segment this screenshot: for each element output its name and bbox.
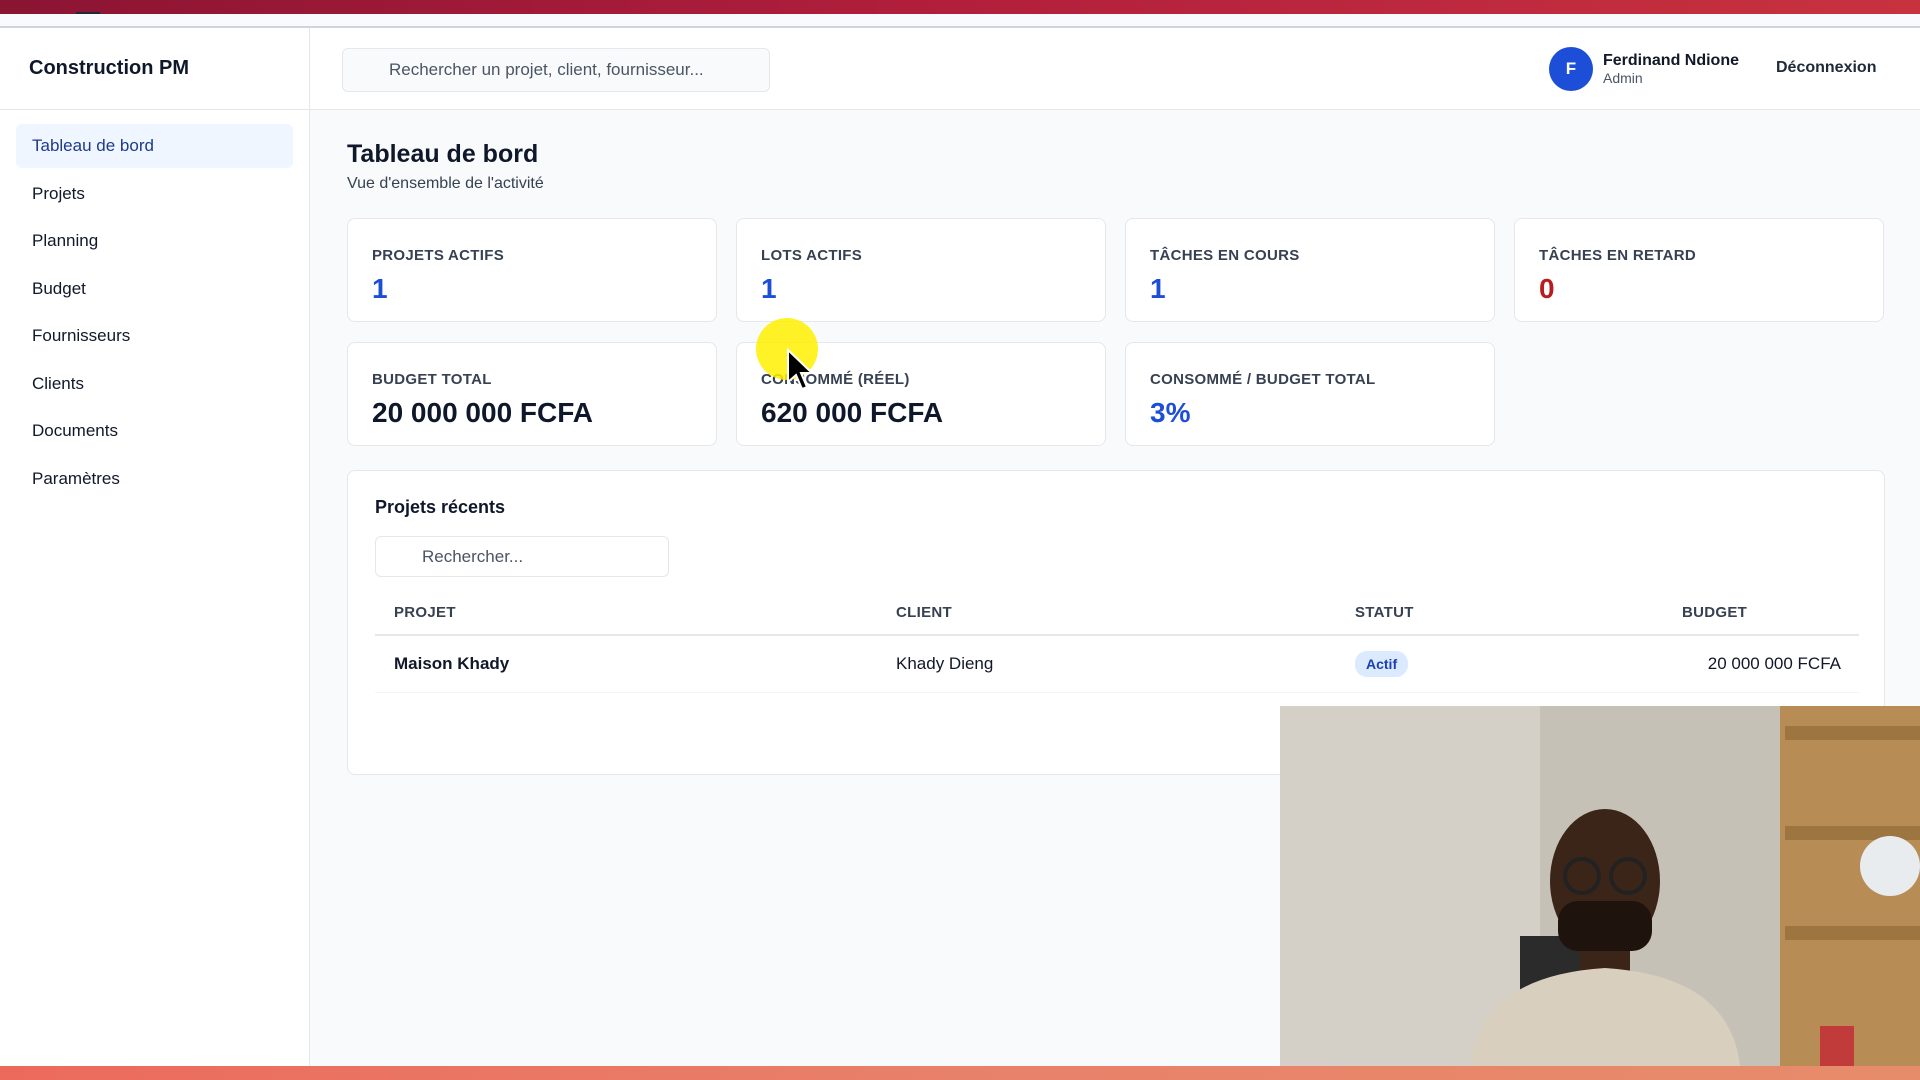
stat-label: PROJETS ACTIFS	[372, 247, 504, 264]
global-search-input[interactable]	[389, 60, 769, 80]
cell-budget: 20 000 000 FCFA	[1707, 654, 1841, 673]
column-header-client[interactable]: CLIENT	[896, 604, 1355, 621]
sidebar-item-documents[interactable]: Documents	[16, 409, 293, 453]
user-info: Ferdinand Ndione Admin	[1603, 51, 1739, 87]
stat-card-taches-en-retard: TÂCHES EN RETARD 0	[1514, 218, 1884, 322]
user-role: Admin	[1603, 70, 1643, 87]
sidebar-item-tableau-de-bord[interactable]: Tableau de bord	[16, 124, 293, 168]
stat-label: TÂCHES EN COURS	[1150, 247, 1300, 264]
table-search-input[interactable]	[422, 546, 668, 567]
sidebar-item-budget[interactable]: Budget	[16, 267, 293, 311]
status-badge: Actif	[1355, 651, 1409, 677]
webcam-overlay	[1280, 706, 1920, 1066]
stat-label: LOTS ACTIFS	[761, 247, 863, 264]
sidebar-item-projets[interactable]: Projets	[16, 172, 293, 216]
stats-row-2: BUDGET TOTAL 20 000 000 FCFA CONSOMMÉ (R…	[347, 342, 1514, 446]
stat-value: 620 000 FCFA	[761, 397, 944, 428]
stat-label: TÂCHES EN RETARD	[1539, 247, 1697, 264]
column-header-statut[interactable]: STATUT	[1355, 604, 1676, 621]
global-search[interactable]: ⚲	[342, 48, 770, 92]
table-header: PROJET CLIENT STATUT BUDGET	[375, 591, 1859, 636]
main-content: Tableau de bord Vue d'ensemble de l'acti…	[347, 140, 1885, 775]
stat-value: 1	[1150, 273, 1166, 304]
column-header-budget[interactable]: BUDGET	[1676, 604, 1859, 621]
user-menu[interactable]: F Ferdinand Ndione Admin	[1549, 47, 1739, 91]
stat-value: 20 000 000 FCFA	[372, 397, 594, 428]
stat-card-projets-actifs: PROJETS ACTIFS 1	[347, 218, 717, 322]
page-title: Tableau de bord	[347, 140, 539, 168]
sidebar-nav: Tableau de bord Projets Planning Budget …	[0, 110, 309, 501]
stat-value: 1	[372, 273, 388, 304]
sidebar: Construction PM Tableau de bord Projets …	[0, 28, 310, 1066]
logout-button[interactable]: Déconnexion	[1776, 59, 1876, 77]
cell-projet[interactable]: Maison Khady	[375, 654, 896, 674]
cell-client: Khady Dieng	[896, 654, 994, 673]
projects-table: PROJET CLIENT STATUT BUDGET Maison Khady…	[375, 591, 1859, 693]
table-row[interactable]: Maison Khady Khady Dieng Actif 20 000 00…	[375, 636, 1859, 693]
top-header: ⚲ F Ferdinand Ndione Admin Déconnexion	[310, 28, 1920, 110]
sidebar-item-planning[interactable]: Planning	[16, 219, 293, 263]
page-subtitle: Vue d'ensemble de l'activité	[347, 175, 544, 192]
recent-projects-title: Projets récents	[375, 497, 506, 517]
tab-indicator	[76, 12, 100, 14]
sidebar-item-clients[interactable]: Clients	[16, 362, 293, 406]
mouse-pointer-icon	[787, 348, 815, 391]
stat-card-consomme-budget: CONSOMMÉ / BUDGET TOTAL 3%	[1125, 342, 1495, 446]
stat-value: 0	[1539, 273, 1555, 304]
stat-card-taches-en-cours: TÂCHES EN COURS 1	[1125, 218, 1495, 322]
sidebar-item-fournisseurs[interactable]: Fournisseurs	[16, 314, 293, 358]
webcam-video-frame	[1280, 706, 1920, 1066]
stat-card-budget-total: BUDGET TOTAL 20 000 000 FCFA	[347, 342, 717, 446]
sidebar-item-parametres[interactable]: Paramètres	[16, 457, 293, 501]
app-title: Construction PM	[0, 28, 309, 110]
table-search[interactable]: ⚲	[375, 536, 669, 577]
browser-top-bar	[0, 0, 1920, 14]
stat-label: CONSOMMÉ / BUDGET TOTAL	[1150, 371, 1376, 388]
avatar[interactable]: F	[1549, 47, 1593, 91]
stat-value: 3%	[1150, 397, 1191, 428]
stat-card-lots-actifs: LOTS ACTIFS 1	[736, 218, 1106, 322]
column-header-projet[interactable]: PROJET	[375, 604, 896, 621]
stat-value: 1	[761, 273, 777, 304]
stats-row-1: PROJETS ACTIFS 1 LOTS ACTIFS 1 TÂCHES EN…	[347, 218, 1903, 322]
user-name: Ferdinand Ndione	[1603, 52, 1739, 69]
bottom-bar	[0, 1066, 1920, 1080]
cell-statut: Actif	[1355, 651, 1676, 677]
stat-label: BUDGET TOTAL	[372, 371, 492, 388]
